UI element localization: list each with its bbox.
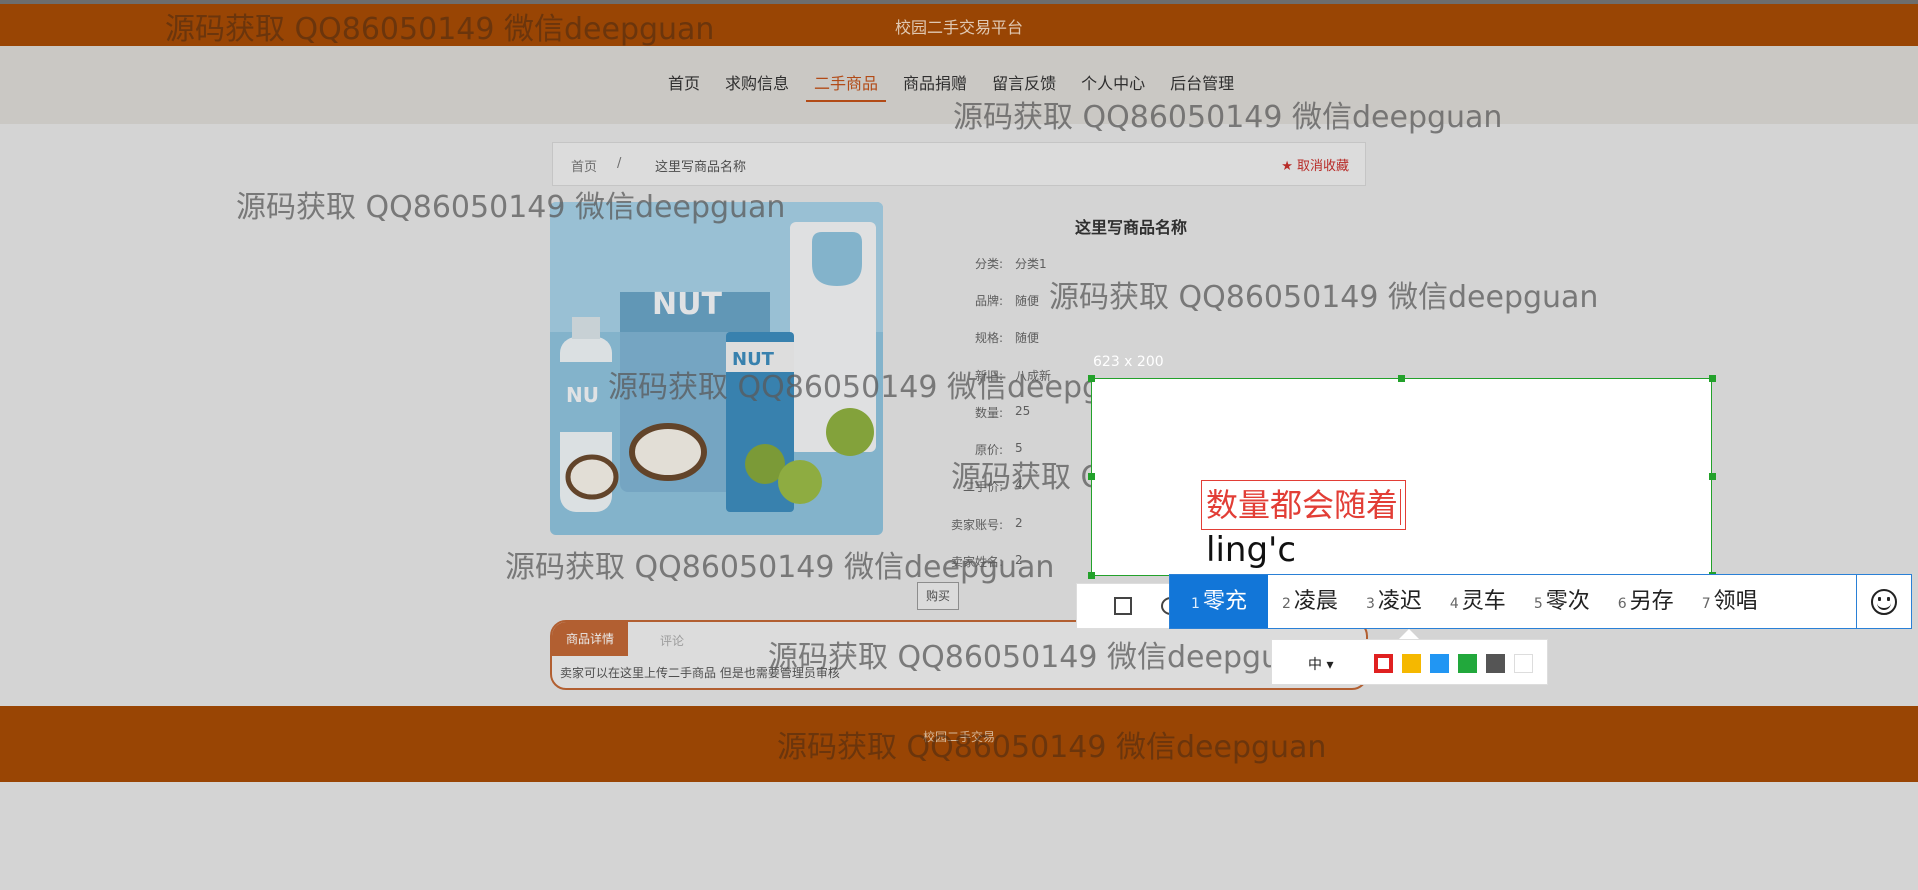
candidate-text: 零次 [1545, 589, 1590, 614]
nav-item-home[interactable]: 首页 [660, 74, 708, 102]
capture-size-label: 623 x 200 [1093, 354, 1164, 370]
resize-handle[interactable] [1088, 375, 1095, 382]
candidate-number: 3 [1365, 596, 1375, 612]
breadcrumb: 首页 / 这里写商品名称 ★ 取消收藏 [552, 142, 1366, 186]
color-swatch-gray[interactable] [1486, 654, 1505, 673]
candidate-text: 另存 [1629, 589, 1674, 614]
watermark-text: 源码获取 QQ86050149 微信deepguan [236, 190, 786, 225]
breadcrumb-current: 这里写商品名称 [655, 160, 747, 175]
spec-value: 随便 [1015, 331, 1040, 345]
candidate-number: 2 [1282, 596, 1291, 612]
smile-icon [1871, 589, 1897, 615]
color-swatch-yellow[interactable] [1402, 654, 1421, 673]
resize-handle[interactable] [1709, 375, 1716, 382]
buy-button[interactable]: 购买 [917, 582, 959, 610]
spec-row: 分类: 分类1 [975, 255, 1047, 272]
ime-candidate[interactable]: 3 凌迟 [1352, 575, 1436, 628]
color-swatch-red[interactable] [1374, 654, 1393, 673]
svg-text:NU: NU [566, 383, 599, 407]
color-swatch-white[interactable] [1514, 654, 1533, 673]
tab-product-detail[interactable]: 商品详情 [552, 622, 628, 656]
svg-text:NUT: NUT [652, 287, 722, 322]
ime-candidate[interactable]: 4 灵车 [1436, 575, 1520, 628]
spec-row: 品牌: 随便 [975, 292, 1040, 309]
font-size-value: 中 [1308, 657, 1322, 673]
spec-value: 25 [1015, 404, 1031, 418]
color-palette: 中 ▾ [1271, 639, 1548, 685]
annotation-text-box[interactable]: 数量都会随着 [1201, 480, 1407, 530]
spec-value: 分类1 [1015, 257, 1047, 271]
capture-region[interactable] [1091, 378, 1712, 576]
spec-key: 数量: [974, 406, 1003, 420]
resize-handle[interactable] [1088, 473, 1095, 480]
spec-key: 卖家账号: [950, 518, 1003, 532]
spec-key: 品牌: [974, 294, 1003, 308]
watermark-text: 源码获取 QQ86050149 微信deepguan [768, 640, 1318, 675]
nav-item-secondhand[interactable]: 二手商品 [806, 74, 887, 102]
candidate-number: 7 [1701, 596, 1711, 612]
candidate-text: 领唱 [1713, 589, 1758, 614]
annotation-text: 数量都会随着 [1206, 486, 1399, 524]
watermark-text: 源码获取 QQ86050149 微信deepguan [777, 730, 1327, 765]
ime-candidate[interactable]: 1 零充 [1170, 575, 1268, 628]
resize-handle[interactable] [1709, 473, 1716, 480]
spec-row: 数量: 25 [975, 404, 1031, 420]
watermark-text: 源码获取 QQ86050149 微信deepguan [1049, 280, 1599, 315]
watermark-text: 源码获取 QQ86050149 微信deepguan [505, 550, 1055, 585]
spec-value: 2 [1015, 516, 1023, 530]
candidate-text: 凌迟 [1377, 589, 1422, 614]
ime-candidate[interactable]: 5 零次 [1520, 575, 1604, 628]
ime-candidate-bar: 1 零充 2 凌晨 3 凌迟 4 灵车 5 零次 6 另存 7 领唱 [1169, 574, 1912, 629]
spec-row: 规格: 随便 [975, 329, 1040, 346]
ime-candidate[interactable]: 6 另存 [1604, 575, 1688, 628]
ime-composition-text: ling'c [1206, 530, 1297, 570]
nav-item-wanted[interactable]: 求购信息 [717, 74, 797, 102]
spec-key: 规格: [974, 331, 1003, 345]
candidate-number: 1 [1191, 596, 1200, 612]
color-swatch-green[interactable] [1458, 654, 1477, 673]
breadcrumb-home[interactable]: 首页 [571, 156, 597, 175]
watermark-text: 源码获取 QQ86050149 微信deepguan [953, 100, 1503, 135]
ime-emoji-button[interactable] [1856, 575, 1911, 628]
product-name: 这里写商品名称 [1075, 218, 1188, 237]
spec-value: 随便 [1015, 294, 1040, 308]
resize-handle[interactable] [1398, 375, 1405, 382]
palette-pointer [1399, 629, 1419, 639]
candidate-number: 5 [1533, 596, 1543, 612]
candidate-text: 凌晨 [1293, 589, 1338, 614]
text-caret [1400, 489, 1402, 525]
resize-handle[interactable] [1088, 572, 1095, 579]
candidate-text: 零充 [1202, 589, 1247, 614]
spec-key: 分类: [974, 257, 1003, 271]
rectangle-icon[interactable] [1114, 597, 1132, 615]
candidate-text: 灵车 [1461, 589, 1506, 614]
spec-row: 卖家账号: 2 [951, 516, 1023, 532]
tab-comments[interactable]: 评论 [660, 632, 684, 649]
candidate-number: 4 [1449, 596, 1459, 612]
ime-candidate[interactable]: 7 领唱 [1688, 575, 1772, 628]
ime-candidate[interactable]: 2 凌晨 [1268, 575, 1352, 628]
breadcrumb-separator: / [617, 156, 622, 171]
font-size-select[interactable]: 中 ▾ [1308, 654, 1333, 674]
candidate-number: 6 [1617, 596, 1627, 612]
watermark-text: 源码获取 QQ86050149 微信deepguan [608, 370, 1158, 405]
watermark-text: 源码获取 QQ86050149 微信deepguan [165, 12, 715, 47]
unfavorite-button[interactable]: ★ 取消收藏 [1281, 155, 1349, 174]
color-swatch-blue[interactable] [1430, 654, 1449, 673]
